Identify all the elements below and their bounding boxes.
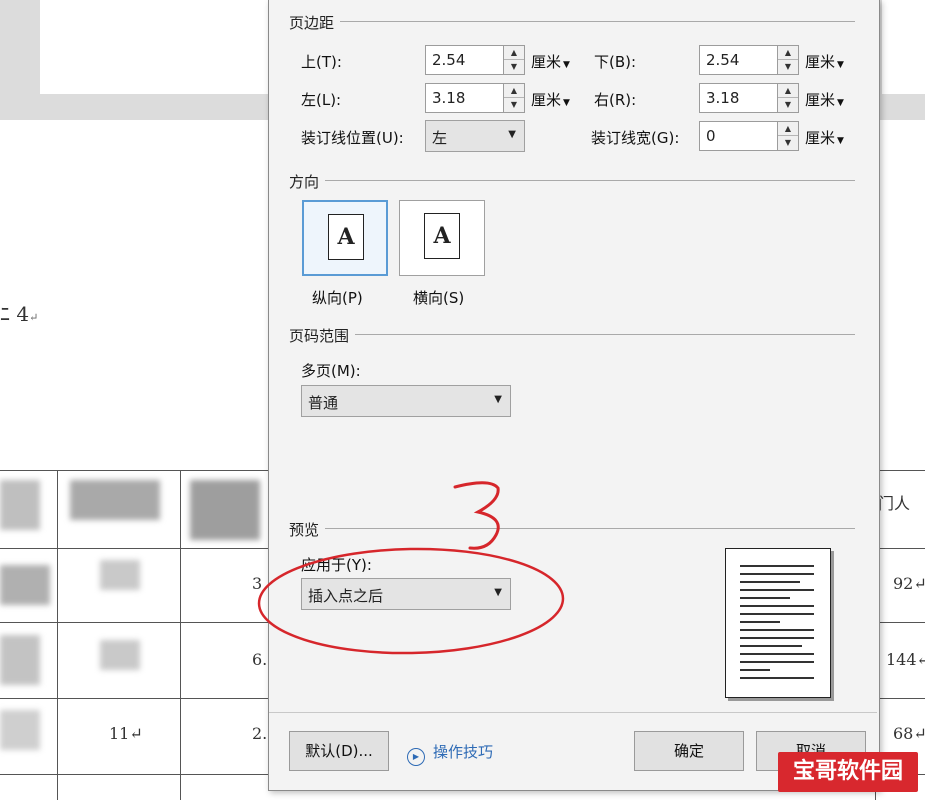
annotation-number-three <box>453 481 500 550</box>
site-watermark: 宝哥软件园 <box>778 752 918 792</box>
highlight-circle <box>257 547 565 655</box>
annotation-overlay <box>257 481 565 655</box>
